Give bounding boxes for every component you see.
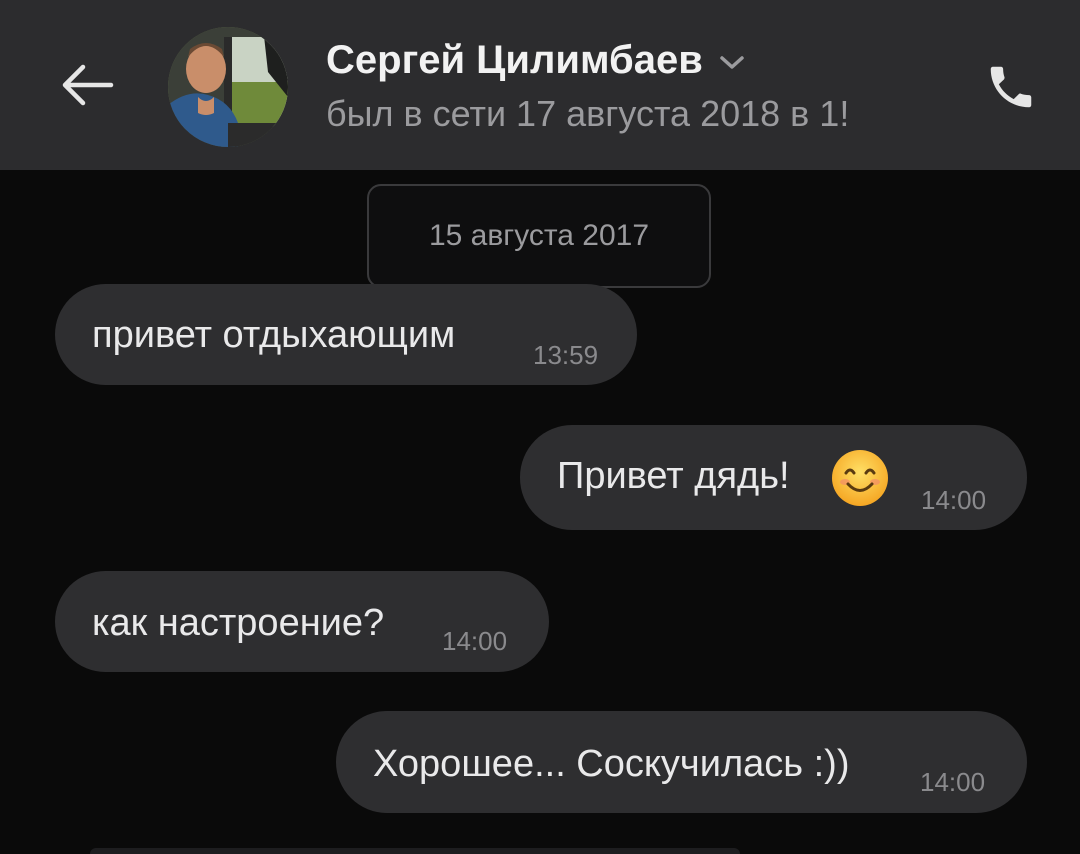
chat-screen: Сергей Цилимбаев был в сети 17 августа 2… — [0, 0, 1080, 854]
chevron-down-icon — [719, 55, 745, 71]
back-button[interactable] — [52, 50, 122, 120]
message-text: как настроение? — [92, 602, 385, 644]
date-separator-label: 15 августа 2017 — [428, 219, 650, 252]
contact-info[interactable]: Сергей Цилимбаев был в сети 17 августа 2… — [326, 34, 946, 138]
message-bubble-outgoing[interactable]: Хорошее... Соскучилась :)) 14:00 — [336, 711, 1027, 813]
next-message-edge — [90, 848, 740, 854]
arrow-left-icon — [62, 64, 114, 106]
message-bubble-incoming[interactable]: привет отдыхающим 13:59 — [55, 284, 637, 385]
message-text: Привет дядь! — [557, 455, 790, 497]
message-time: 14:00 — [442, 626, 508, 656]
smiling-face-emoji — [832, 450, 888, 506]
message-bubble-incoming[interactable]: как настроение? 14:00 — [55, 571, 549, 672]
avatar-photo — [168, 27, 288, 147]
avatar[interactable] — [168, 27, 288, 147]
phone-icon — [990, 66, 1032, 108]
contact-name-row[interactable]: Сергей Цилимбаев — [326, 34, 946, 86]
message-time: 14:00 — [920, 767, 986, 797]
message-time: 14:00 — [921, 485, 987, 515]
message-bubble-outgoing[interactable]: Привет дядь! 14:00 — [520, 425, 1027, 530]
message-text: привет отдыхающим — [92, 314, 456, 356]
message-time: 13:59 — [533, 340, 599, 370]
last-seen-status: был в сети 17 августа 2018 в 1! — [326, 93, 850, 134]
call-button[interactable] — [978, 54, 1044, 120]
date-separator: 15 августа 2017 — [367, 184, 711, 288]
contact-name: Сергей Цилимбаев — [326, 38, 703, 82]
chat-header: Сергей Цилимбаев был в сети 17 августа 2… — [0, 0, 1080, 170]
message-text: Хорошее... Соскучилась :)) — [373, 743, 850, 785]
